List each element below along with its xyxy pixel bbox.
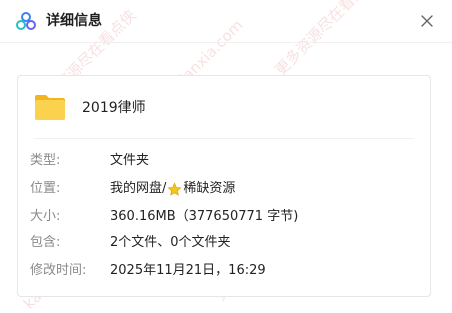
detail-label: 包含: [30,235,61,250]
location-folder: 稀缺资源 [183,181,236,196]
location-value[interactable]: 我的网盘/ 稀缺资源 [110,179,235,199]
card-divider [34,138,414,139]
dialog-header: 详细信息 [0,0,452,42]
detail-label: 位置: [30,181,61,196]
detail-value: 360.16MB（377650771 字节) [110,209,299,224]
folder-name: 2019律师 [82,100,146,116]
detail-value: 2025年11月21日，16:29 [110,263,266,278]
star-icon [167,181,182,196]
detail-label: 类型: [30,153,61,168]
dialog-title: 详细信息 [46,13,102,29]
detail-value: 文件夹 [110,153,150,168]
detail-label: 大小: [30,209,61,224]
detail-value: 2个文件、0个文件夹 [110,235,231,250]
location-path: 我的网盘/ [110,181,167,196]
close-button[interactable] [416,10,438,32]
folder-icon [35,95,65,120]
close-icon [421,15,433,27]
header-divider [0,42,452,43]
details-card: 2019律师 类型: 文件夹 位置: 我的网盘/ 稀缺资源 大小: 360.16… [17,75,431,297]
detail-label: 修改时间: [30,263,87,278]
app-logo-icon [16,12,36,30]
